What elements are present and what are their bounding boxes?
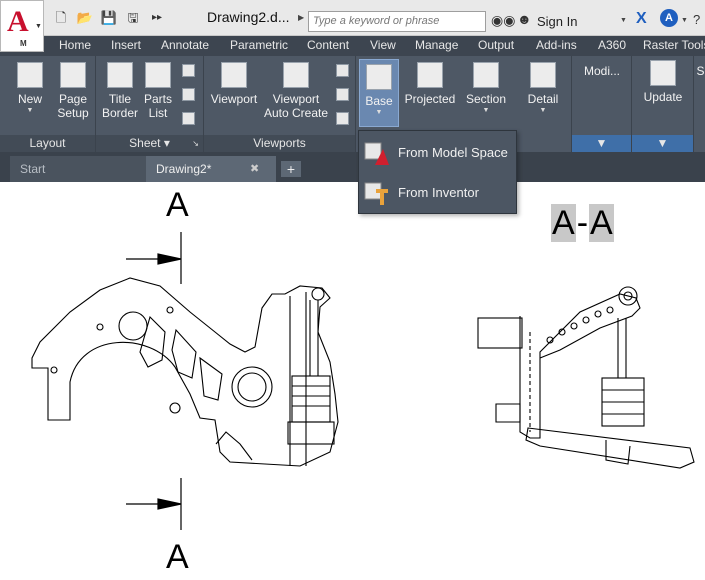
viewport-rect-icon[interactable]: [336, 64, 349, 77]
title-border-icon: [107, 62, 133, 88]
tab-output[interactable]: Output: [478, 38, 514, 52]
section-view-icon: [473, 62, 499, 88]
autocad-logo-icon: A: [7, 5, 29, 38]
section-line: [126, 232, 182, 530]
autocad-window: 🗋 📂 💾 🖫 ▸▸ Drawing2.d... ▶ Type a keywor…: [0, 0, 705, 580]
autodesk-a360-icon[interactable]: A: [660, 9, 678, 27]
layout-panel: New ▼ Page Setup Layout: [0, 56, 96, 152]
tab-insert[interactable]: Insert: [111, 38, 141, 52]
app-sublabel: M: [20, 39, 27, 48]
from-inventor-item[interactable]: From Inventor: [359, 174, 516, 212]
new-layout-icon: [17, 62, 43, 88]
page-setup-icon: [60, 62, 86, 88]
close-icon[interactable]: ✖: [250, 162, 259, 175]
viewport-icon: [221, 62, 247, 88]
base-view-dropdown: From Model Space From Inventor: [358, 130, 517, 214]
help-icon[interactable]: ?: [693, 12, 700, 27]
tab-content[interactable]: Content: [307, 38, 349, 52]
tab-a360[interactable]: A360: [598, 38, 626, 52]
model-space-icon: [364, 142, 389, 165]
save-as-icon[interactable]: 💾: [100, 10, 118, 26]
drawing-canvas[interactable]: A A A-A: [0, 182, 705, 580]
from-model-space-item[interactable]: From Model Space: [359, 134, 516, 172]
balloon-icon[interactable]: [182, 88, 195, 101]
sign-in-button[interactable]: Sign In: [537, 14, 577, 29]
document-tab-bar: Start Drawing2* ✖: [0, 152, 705, 182]
binoculars-icon[interactable]: ◉◉: [491, 12, 515, 29]
application-menu-button[interactable]: A M ▼: [0, 0, 44, 52]
viewports-panel-title: Viewports: [204, 135, 355, 152]
sheet-panel: Title Border Parts List Sheet ▾ ↘: [96, 56, 204, 152]
inventor-icon: [364, 182, 388, 205]
base-view-button[interactable]: Base ▼: [359, 59, 399, 127]
overflow-label[interactable]: S: [696, 64, 705, 78]
modify-panel-expander[interactable]: ▼: [572, 135, 631, 152]
overflow-panel: S: [694, 56, 705, 152]
ribbon: New ▼ Page Setup Layout Title Border Par…: [0, 56, 705, 152]
title-bar: 🗋 📂 💾 🖫 ▸▸ Drawing2.d... ▶ Type a keywor…: [0, 0, 705, 36]
detail-view-button[interactable]: Detail ▼: [520, 62, 566, 115]
update-lightning-icon: [650, 60, 676, 86]
new-tab-button[interactable]: +: [281, 161, 301, 177]
title-border-button[interactable]: Title Border: [100, 62, 140, 120]
search-input[interactable]: Type a keyword or phrase: [308, 11, 486, 32]
base-view-icon: [366, 64, 392, 90]
viewport-auto-create-icon: [283, 62, 309, 88]
tab-annotate[interactable]: Annotate: [161, 38, 209, 52]
viewport-lock-icon[interactable]: [336, 112, 349, 125]
tab-add-ins[interactable]: Add-ins: [536, 38, 577, 52]
title-expand-icon[interactable]: ▶: [298, 13, 304, 22]
ribbon-tab-bar: Home Insert Annotate Parametric Content …: [0, 36, 705, 56]
open-folder-icon[interactable]: 📂: [76, 10, 94, 26]
viewport-auto-create-button[interactable]: Viewport Auto Create: [262, 62, 330, 120]
update-button[interactable]: Update: [638, 60, 688, 104]
tab-manage[interactable]: Manage: [415, 38, 458, 52]
table-icon[interactable]: [182, 112, 195, 125]
new-file-icon[interactable]: 🗋: [52, 10, 70, 26]
projected-view-icon: [417, 62, 443, 88]
tab-start[interactable]: Start: [10, 156, 150, 182]
page-setup-button[interactable]: Page Setup: [52, 62, 94, 120]
chevron-down-icon: ▼: [35, 23, 42, 30]
dialog-launcher-icon[interactable]: ↘: [192, 139, 199, 148]
chevron-down-icon: ▼: [482, 107, 490, 114]
chevron-down-icon: ▼: [539, 107, 547, 114]
more-tools-icon[interactable]: ▸▸: [148, 10, 166, 26]
parts-list-button[interactable]: Parts List: [140, 62, 176, 120]
exchange-apps-icon[interactable]: X: [636, 10, 647, 28]
document-title: Drawing2.d...: [207, 9, 290, 25]
viewport-button[interactable]: Viewport: [208, 62, 260, 106]
user-icon[interactable]: ☻: [517, 11, 532, 27]
sheet-panel-title[interactable]: Sheet ▾: [96, 135, 203, 152]
tab-raster-tools[interactable]: Raster Tools: [643, 38, 705, 52]
tab-home[interactable]: Home: [59, 38, 91, 52]
chevron-down-icon: ▼: [375, 109, 383, 116]
modify-panel: Modi... ▼: [572, 56, 632, 152]
parts-list-icon: [145, 62, 171, 88]
update-panel: Update ▼: [632, 56, 694, 152]
new-layout-button[interactable]: New ▼: [10, 62, 50, 115]
chevron-down-icon[interactable]: ▼: [620, 17, 627, 24]
section-view-part: [477, 286, 695, 469]
save-icon[interactable]: 🖫: [124, 10, 142, 26]
section-view-button[interactable]: Section ▼: [462, 62, 510, 115]
viewport-clip-icon[interactable]: [336, 88, 349, 101]
tab-view[interactable]: View: [370, 38, 396, 52]
update-panel-expander[interactable]: ▼: [632, 135, 693, 152]
viewports-panel: Viewport Viewport Auto Create Viewports: [204, 56, 356, 152]
projected-view-button[interactable]: Projected: [402, 62, 458, 106]
grid-icon[interactable]: [182, 64, 195, 77]
tab-parametric[interactable]: Parametric: [230, 38, 288, 52]
detail-view-icon: [530, 62, 556, 88]
layout-panel-title: Layout: [0, 135, 95, 152]
modify-panel-label[interactable]: Modi...: [576, 64, 628, 78]
base-view-part: [31, 277, 339, 467]
drawing-geometry: [31, 232, 695, 530]
chevron-down-icon: ▼: [26, 107, 34, 114]
chevron-down-icon[interactable]: ▼: [681, 17, 688, 24]
